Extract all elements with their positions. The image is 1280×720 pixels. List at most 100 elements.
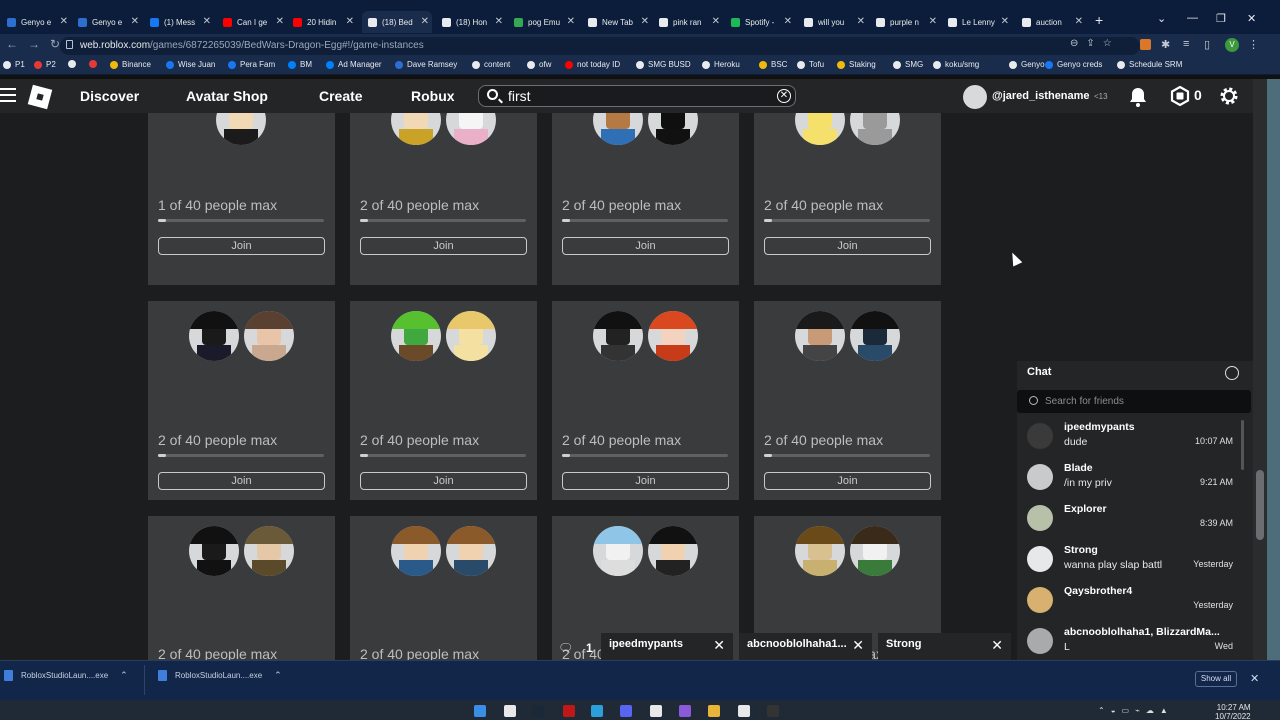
avatar[interactable]: [189, 526, 239, 576]
close-tab-icon[interactable]: ✕: [421, 16, 429, 27]
search-value[interactable]: first: [508, 88, 531, 104]
bookmark-item[interactable]: not today ID: [565, 60, 620, 69]
browser-tab[interactable]: auction ✕: [1016, 11, 1086, 33]
bookmark-item[interactable]: Dave Ramsey: [395, 60, 457, 69]
avatar[interactable]: [1027, 587, 1053, 613]
clear-search-icon[interactable]: ✕: [777, 89, 791, 103]
bookmark-item[interactable]: BM: [288, 60, 312, 69]
close-tab-icon[interactable]: ✕: [346, 16, 354, 27]
page-scrollbar[interactable]: [1253, 79, 1267, 660]
minimize-button[interactable]: —: [1187, 12, 1198, 24]
obs-icon[interactable]: [767, 705, 779, 717]
avatar[interactable]: [648, 526, 698, 576]
avatar[interactable]: [593, 526, 643, 576]
browser-tab[interactable]: will you ✕: [798, 11, 868, 33]
close-tab-icon[interactable]: ✕: [203, 16, 211, 27]
join-button[interactable]: Join: [360, 237, 527, 255]
scrollbar-thumb[interactable]: [1256, 470, 1264, 540]
windows-start-icon[interactable]: [474, 705, 486, 717]
url-text[interactable]: web.roblox.com/games/6872265039/BedWars-…: [80, 40, 424, 51]
conversation-item[interactable]: Qaysbrother4 Yesterday: [1017, 582, 1243, 623]
bookmark-item[interactable]: Genyo: [1009, 60, 1045, 69]
conversation-item[interactable]: ipeedmypants dude 10:07 AM: [1017, 418, 1243, 459]
conversation-item[interactable]: Strong wanna play slap battl Yesterday: [1017, 541, 1243, 582]
avatar[interactable]: [963, 85, 987, 109]
robux-count[interactable]: 0: [1194, 87, 1202, 103]
avatar[interactable]: [391, 526, 441, 576]
bookmark-item[interactable]: [68, 60, 80, 68]
avatar[interactable]: [795, 311, 845, 361]
avatar[interactable]: [446, 311, 496, 361]
bookmark-item[interactable]: SMG BUSD: [636, 60, 691, 69]
browser-tab[interactable]: Genyo e ✕: [72, 11, 142, 33]
settings-gear-icon[interactable]: [1218, 85, 1240, 107]
nav-create[interactable]: Create: [319, 88, 363, 104]
avatar[interactable]: [1027, 628, 1053, 654]
close-tab-icon[interactable]: ✕: [712, 16, 720, 27]
close-tab-icon[interactable]: ✕: [784, 16, 792, 27]
bookmark-item[interactable]: Binance: [110, 60, 151, 69]
avatar[interactable]: [850, 311, 900, 361]
bookmark-item[interactable]: BSC: [759, 60, 787, 69]
close-icon[interactable]: ✕: [991, 637, 1003, 654]
bookmark-item[interactable]: [89, 60, 101, 68]
chat-title[interactable]: Chat: [1027, 366, 1051, 378]
close-tab-icon[interactable]: ✕: [1001, 16, 1009, 27]
search-icon[interactable]: [504, 705, 516, 717]
join-button[interactable]: Join: [562, 237, 729, 255]
bookmark-item[interactable]: Genyo creds: [1045, 60, 1102, 69]
chat-scrollbar[interactable]: [1241, 420, 1244, 470]
browser-tab[interactable]: pog Emu ✕: [508, 11, 578, 33]
extensions-puzzle-icon[interactable]: ✱: [1161, 38, 1170, 51]
avatar[interactable]: [850, 526, 900, 576]
bookmark-item[interactable]: ofw: [527, 60, 551, 69]
close-tab-icon[interactable]: ✕: [929, 16, 937, 27]
bookmark-item[interactable]: SMG: [893, 60, 923, 69]
maximize-button[interactable]: ❐: [1216, 12, 1226, 25]
tab-search-icon[interactable]: ⌄: [1157, 12, 1166, 25]
new-tab-button[interactable]: +: [1095, 12, 1103, 28]
avatar[interactable]: [391, 311, 441, 361]
nav-robux[interactable]: Robux: [411, 88, 455, 104]
avatar[interactable]: [1027, 546, 1053, 572]
join-button[interactable]: Join: [158, 237, 325, 255]
chat-bubble-icon[interactable]: 🗨: [558, 641, 573, 655]
browser-tab[interactable]: Spotify - ✕: [725, 11, 795, 33]
avatar[interactable]: [446, 526, 496, 576]
metamask-extension-icon[interactable]: [1140, 39, 1151, 50]
browser-tab[interactable]: (1) Mess ✕: [144, 11, 214, 33]
avatar[interactable]: [1027, 505, 1053, 531]
close-tab-icon[interactable]: ✕: [641, 16, 649, 27]
nav-discover[interactable]: Discover: [80, 88, 139, 104]
join-button[interactable]: Join: [158, 472, 325, 490]
bookmark-item[interactable]: Schedule SRM: [1117, 60, 1182, 69]
avatar[interactable]: [593, 113, 643, 145]
download-item[interactable]: RobloxStudioLaun....exe ⌃: [158, 670, 282, 681]
bookmark-item[interactable]: Staking: [837, 60, 876, 69]
chrome-icon[interactable]: [650, 705, 662, 717]
close-download-bar-icon[interactable]: ✕: [1250, 672, 1259, 685]
chat-window-tab[interactable]: abcnooblolhaha1... ✕: [739, 633, 872, 660]
chat-window-tab[interactable]: ipeedmypants ✕: [601, 633, 733, 660]
close-tab-icon[interactable]: ✕: [495, 16, 503, 27]
join-button[interactable]: Join: [764, 237, 931, 255]
avatar[interactable]: [391, 113, 441, 145]
bookmark-item[interactable]: Heroku: [702, 60, 740, 69]
bitdefender-icon[interactable]: [563, 705, 575, 717]
notifications-bell-icon[interactable]: [1129, 87, 1147, 107]
browser-tab[interactable]: (18) Bed ✕: [362, 11, 432, 33]
browser-tab[interactable]: Le Lenny ✕: [942, 11, 1012, 33]
chevron-up-icon[interactable]: ⌃: [274, 670, 282, 681]
close-tab-icon[interactable]: ✕: [857, 16, 865, 27]
close-tab-icon[interactable]: ✕: [276, 16, 284, 27]
toolbar-icons[interactable]: ⊖⇪☆: [1070, 38, 1120, 49]
avatar[interactable]: [648, 113, 698, 145]
browser-menu-icon[interactable]: ⋮: [1248, 38, 1259, 51]
conversation-item[interactable]: Explorer 8:39 AM: [1017, 500, 1243, 541]
avatar[interactable]: [1027, 464, 1053, 490]
discord-icon[interactable]: [620, 705, 632, 717]
avatar[interactable]: [593, 311, 643, 361]
browser-tab[interactable]: 20 Hidin ✕: [287, 11, 357, 33]
close-tab-icon[interactable]: ✕: [131, 16, 139, 27]
avatar[interactable]: [244, 526, 294, 576]
